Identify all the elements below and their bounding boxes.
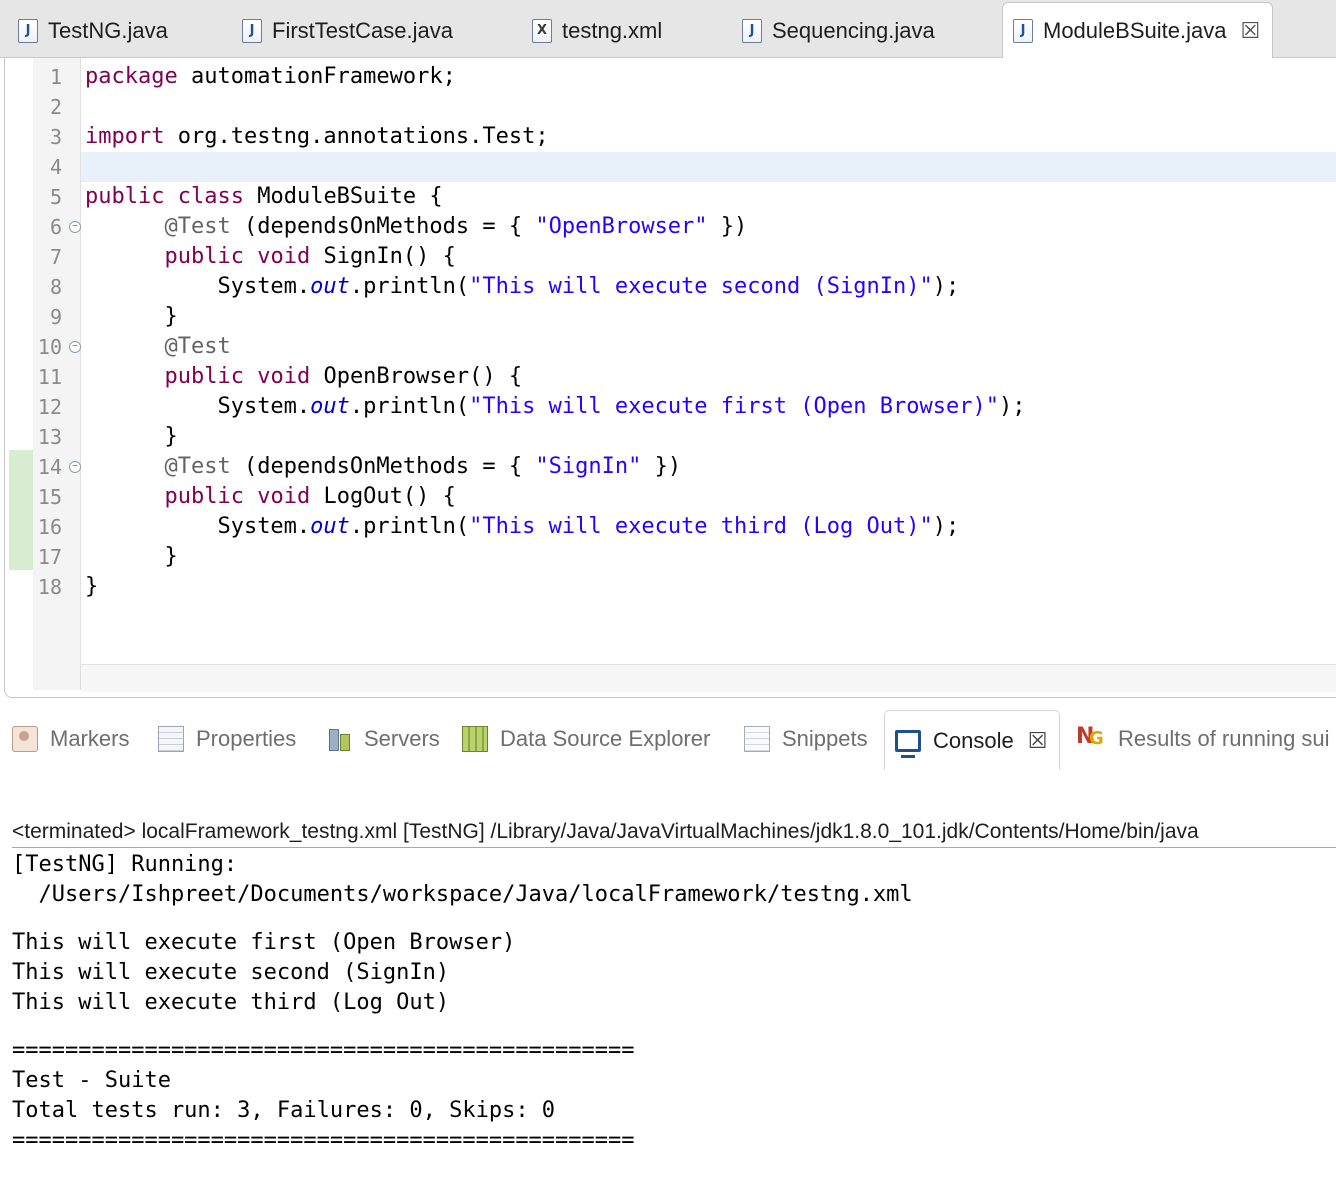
- code-line-16: System.out.println("This will execute th…: [217, 514, 960, 539]
- console-line: [TestNG] Running:: [12, 852, 238, 877]
- java-file-icon: J: [242, 19, 262, 43]
- tab-data-source-explorer[interactable]: Data Source Explorer: [462, 708, 710, 770]
- line-number: 13: [37, 425, 62, 449]
- testng-results-icon: [1076, 724, 1106, 752]
- tab-label: Results of running sui: [1118, 726, 1330, 751]
- tab-label: Data Source Explorer: [500, 726, 711, 751]
- markers-icon: [12, 726, 38, 752]
- console-line: ========================================…: [12, 1128, 635, 1153]
- line-number: 10: [37, 335, 62, 359]
- code-line-11: public void OpenBrowser() {: [164, 364, 523, 389]
- code-line-9: }: [85, 304, 178, 329]
- line-number: 7: [49, 245, 62, 269]
- java-file-icon: J: [1013, 18, 1033, 43]
- line-number: 14: [37, 455, 62, 479]
- line-number: 8: [49, 275, 62, 299]
- code-line-6: @Test (dependsOnMethods = { "OpenBrowser…: [164, 214, 748, 239]
- tab-console[interactable]: Console ☒: [884, 710, 1061, 770]
- line-number: 3: [49, 125, 62, 149]
- tab-label: ModuleBSuite.java: [1043, 17, 1227, 43]
- fold-toggle-icon[interactable]: −: [69, 461, 81, 473]
- close-icon[interactable]: ☒: [1028, 728, 1048, 754]
- view-tab-bar: Markers Properties Servers Data Source E…: [0, 708, 1336, 770]
- tab-testng-xml[interactable]: X testng.xml: [532, 4, 662, 58]
- tab-label: Markers: [50, 726, 130, 751]
- tab-firsttestcase-java[interactable]: J FirstTestCase.java: [242, 4, 453, 58]
- console-output[interactable]: [TestNG] Running: /Users/Ishpreet/Docume…: [12, 850, 1336, 1156]
- tab-servers[interactable]: Servers: [326, 708, 440, 770]
- tab-label: Properties: [196, 726, 297, 751]
- line-number: 5: [49, 185, 62, 209]
- fold-toggle-icon[interactable]: −: [69, 341, 81, 353]
- console-line: This will execute first (Open Browser): [12, 930, 516, 955]
- line-number: 9: [49, 305, 62, 329]
- line-number: 15: [37, 485, 62, 509]
- line-number: 11: [37, 365, 62, 389]
- tab-label: Sequencing.java: [772, 18, 935, 43]
- line-number: 4: [49, 155, 62, 179]
- editor-tab-bar: J TestNG.java J FirstTestCase.java X tes…: [0, 0, 1336, 58]
- source-code[interactable]: package automationFramework; import org.…: [85, 62, 1336, 602]
- tab-label: Servers: [364, 726, 440, 751]
- code-line-1: package automationFramework;: [85, 64, 456, 89]
- horizontal-scrollbar[interactable]: [81, 664, 1336, 692]
- code-line-7: public void SignIn() {: [164, 244, 456, 269]
- close-icon[interactable]: ☒: [1240, 18, 1260, 44]
- tab-results-of-running-suite[interactable]: Results of running sui: [1076, 708, 1330, 770]
- line-number: 18: [37, 575, 62, 599]
- code-line-14: @Test (dependsOnMethods = { "SignIn" }): [164, 454, 682, 479]
- tab-sequencing-java[interactable]: J Sequencing.java: [742, 4, 935, 58]
- console-icon: [895, 729, 921, 758]
- code-line-5: public class ModuleBSuite {: [85, 184, 443, 209]
- console-status-header: <terminated> localFramework_testng.xml […: [12, 818, 1336, 848]
- quick-diff-marker: [9, 450, 33, 570]
- line-number: 1: [49, 65, 62, 89]
- tab-markers[interactable]: Markers: [12, 708, 129, 770]
- console-line: ========================================…: [12, 1038, 635, 1063]
- line-number: 6: [49, 215, 62, 239]
- xml-file-icon: X: [532, 19, 552, 43]
- code-line-3: import org.testng.annotations.Test;: [85, 124, 549, 149]
- console-line: Total tests run: 3, Failures: 0, Skips: …: [12, 1098, 556, 1123]
- code-line-13: }: [85, 424, 178, 449]
- tab-label: Snippets: [782, 726, 868, 751]
- console-line: Test - Suite: [12, 1068, 171, 1093]
- tab-testng-java[interactable]: J TestNG.java: [18, 4, 168, 58]
- console-line: This will execute third (Log Out): [12, 990, 450, 1015]
- properties-icon: [158, 726, 184, 752]
- line-number: 16: [37, 515, 62, 539]
- tab-snippets[interactable]: Snippets: [744, 708, 868, 770]
- code-line-8: System.out.println("This will execute se…: [217, 274, 960, 299]
- console-line: /Users/Ishpreet/Documents/workspace/Java…: [12, 882, 913, 907]
- tab-properties[interactable]: Properties: [158, 708, 296, 770]
- line-number: 12: [37, 395, 62, 419]
- tab-label: TestNG.java: [48, 18, 168, 43]
- console-view[interactable]: <terminated> localFramework_testng.xml […: [0, 770, 1336, 1198]
- code-line-10: @Test: [164, 334, 231, 359]
- tab-label: Console: [933, 727, 1014, 753]
- line-number: 17: [37, 545, 62, 569]
- snippets-icon: [744, 726, 770, 752]
- servers-icon: [326, 726, 352, 752]
- tab-label: testng.xml: [562, 18, 663, 43]
- java-file-icon: J: [18, 19, 38, 43]
- code-line-18: }: [85, 574, 99, 599]
- data-source-explorer-icon: [462, 726, 488, 752]
- java-file-icon: J: [742, 19, 762, 43]
- code-line-15: public void LogOut() {: [164, 484, 456, 509]
- code-editor[interactable]: 1 2 3 4 5 6 7 8 9 10 11 12 13 14 15 16 1…: [4, 58, 1336, 698]
- overview-ruler: [5, 58, 33, 664]
- tab-modulebsuite-java[interactable]: J ModuleBSuite.java ☒: [1002, 2, 1274, 58]
- line-number: 2: [49, 95, 62, 119]
- code-line-17: }: [85, 544, 178, 569]
- fold-toggle-icon[interactable]: −: [69, 221, 81, 233]
- line-number-gutter: 1 2 3 4 5 6 7 8 9 10 11 12 13 14 15 16 1…: [33, 58, 81, 690]
- console-line: This will execute second (SignIn): [12, 960, 450, 985]
- code-line-12: System.out.println("This will execute fi…: [217, 394, 1026, 419]
- tab-label: FirstTestCase.java: [272, 18, 453, 43]
